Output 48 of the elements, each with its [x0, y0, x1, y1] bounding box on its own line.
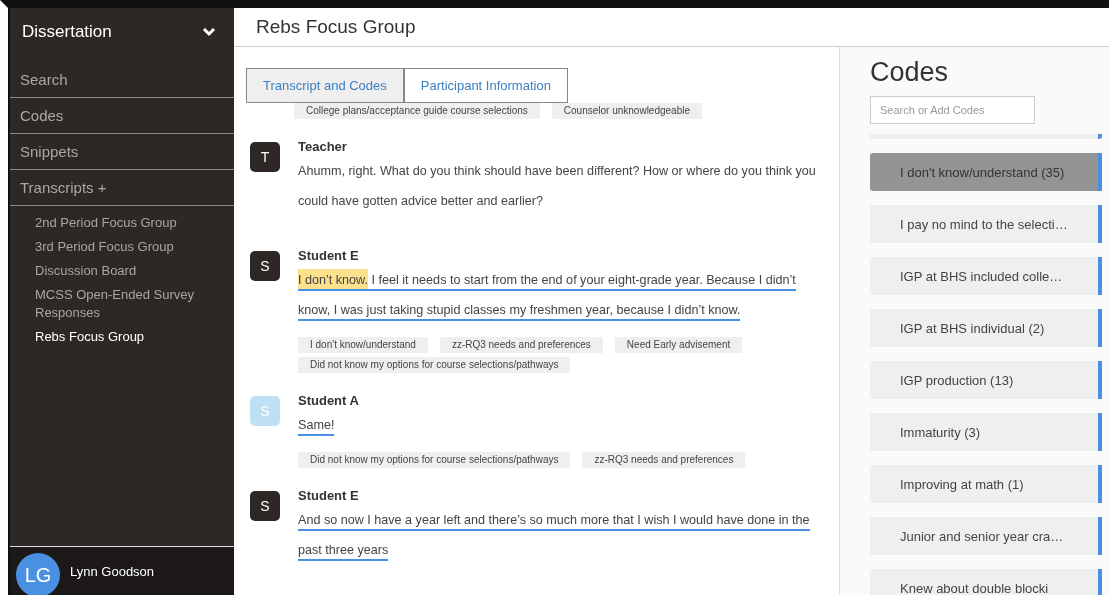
code-tag[interactable]: Did not know my options for course selections/pathways — [298, 357, 571, 373]
code-item[interactable]: IGP at BHS individual (2) — [870, 309, 1102, 347]
search-field[interactable]: Search or Add Codes — [870, 96, 1035, 124]
speaker-avatar: S — [250, 491, 280, 521]
utterance-text: Ahumm, right. What do you think should have been different? How or where do you think you could have gotten advice better and earlier? — [298, 163, 817, 210]
code-tag[interactable]: Did not know my options for course selections/pathways — [298, 452, 571, 468]
code-tag[interactable]: zz-RQ3 needs and preferences — [582, 452, 746, 468]
code-item[interactable]: Knew about double blocki — [870, 569, 1102, 595]
code-item[interactable]: Junior and senior year cra… — [870, 517, 1102, 555]
nav-item[interactable]: Transcripts + — [10, 170, 234, 206]
speaker-avatar: S — [250, 396, 280, 426]
tab[interactable]: Participant Information — [403, 68, 568, 103]
utterance-text: And so now I have a year left and there’s so much more that I wish I would have done in the past three years — [298, 505, 829, 565]
nav-item[interactable]: Snippets — [10, 134, 234, 170]
nav-item[interactable]: Codes — [10, 98, 234, 134]
utterance-text: I don’t know. I feel it needs to start from the end of your eight-grade year. Because I didn’t know, I was just taking stupid classes my freshmen year, because I didn’t know. — [298, 265, 829, 325]
project-title: Dissertation — [22, 22, 112, 42]
code-tag[interactable]: zz-RQ3 needs and preferences — [439, 337, 603, 353]
speaker-name: Teacher — [298, 139, 348, 154]
tab[interactable]: Transcript and Codes — [246, 68, 404, 103]
nav-item[interactable]: Search — [10, 62, 234, 98]
code-item[interactable]: IGP at BHS included colle… — [870, 257, 1102, 295]
speaker-name: Student E — [298, 248, 360, 263]
code-tag[interactable]: Counselor unknowledgeable — [551, 103, 702, 119]
code-item[interactable]: I don't know/understand (35) — [870, 153, 1102, 191]
codes-heading: Codes — [870, 57, 950, 88]
page-title: Rebs Focus Group — [256, 16, 416, 38]
code-item[interactable]: I pay no mind to the selecti… — [870, 205, 1102, 243]
speaker-name: Student A — [298, 393, 360, 408]
code-item[interactable]: Immaturity (3) — [870, 413, 1102, 451]
speaker-avatar: T — [250, 142, 280, 172]
code-item[interactable]: IGP production (13) — [870, 361, 1102, 399]
transcript-item[interactable]: 3rd Period Focus Group — [35, 236, 234, 258]
speaker-name: Student E — [298, 488, 360, 503]
user-name: Lynn Goodson — [70, 563, 155, 579]
transcript-item[interactable]: Rebs Focus Group — [35, 326, 234, 348]
user-avatar: LG — [16, 553, 60, 595]
transcript-item[interactable]: MCSS Open-Ended Survey Responses — [35, 284, 234, 324]
code-tag[interactable]: College plans/acceptance guide course selections — [294, 103, 540, 119]
code-tag[interactable]: Need Early advisement — [614, 337, 743, 353]
transcript-item[interactable]: Discussion Board — [35, 260, 234, 282]
chevron-down-icon — [202, 27, 216, 37]
transcript-item[interactable]: 2nd Period Focus Group — [35, 212, 234, 234]
utterance-text: Same! — [298, 410, 829, 440]
speaker-avatar: S — [250, 251, 280, 281]
code-item[interactable]: Improving at math (1) — [870, 465, 1102, 503]
code-tag[interactable]: I don't know/understand — [298, 337, 428, 353]
project-selector[interactable]: Dissertation — [10, 8, 234, 56]
